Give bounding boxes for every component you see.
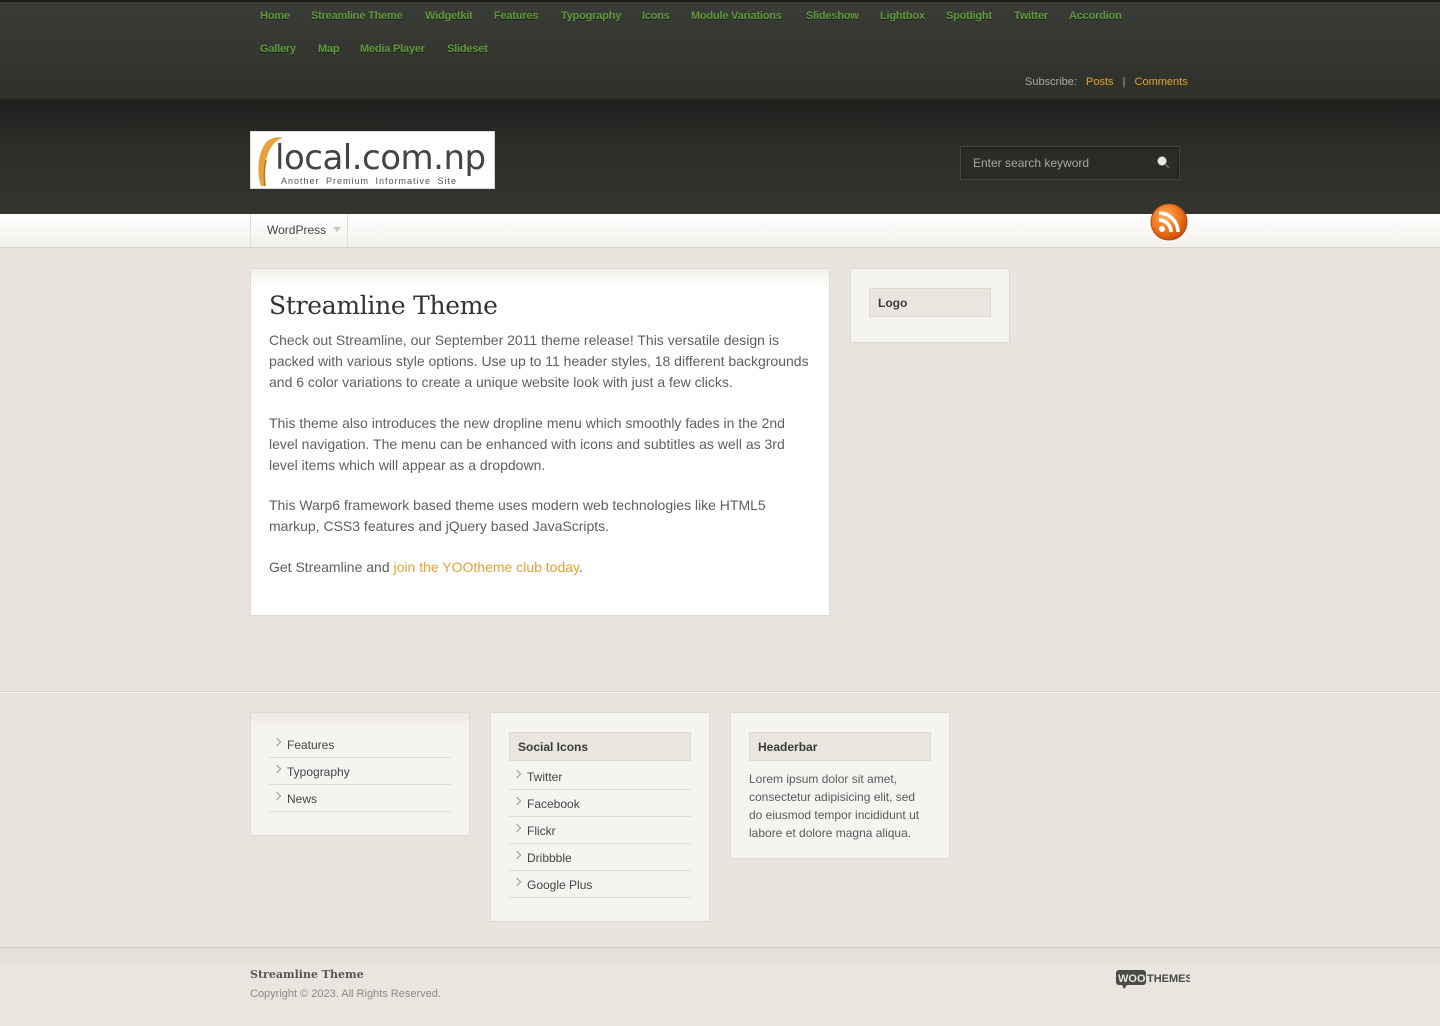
topnav-spotlight[interactable]: Spotlight bbox=[946, 10, 992, 22]
subscribe-comments-link[interactable]: Comments bbox=[1135, 76, 1188, 88]
article-paragraph-2: This theme also introduces the new dropl… bbox=[269, 415, 785, 473]
article-paragraph-3: This Warp6 framework based theme uses mo… bbox=[269, 497, 766, 534]
chevron-right-icon bbox=[512, 823, 522, 833]
article-paragraph-4: Get Streamline and join the YOOtheme clu… bbox=[269, 557, 817, 578]
list-item-label: Flickr bbox=[527, 824, 556, 838]
chevron-right-icon bbox=[512, 850, 522, 860]
logo-tagline: Another Premium Informative Site bbox=[281, 176, 458, 186]
topnav-slideset[interactable]: Slideset bbox=[447, 43, 488, 55]
list-item-label: Facebook bbox=[527, 797, 580, 811]
topnav-lightbox[interactable]: Lightbox bbox=[880, 10, 925, 22]
chevron-right-icon bbox=[512, 796, 522, 806]
topnav-map[interactable]: Map bbox=[318, 43, 340, 55]
svg-text:WOO: WOO bbox=[1118, 973, 1146, 985]
chevron-down-icon bbox=[333, 227, 341, 232]
footer-links-module: Features Typography News bbox=[250, 712, 470, 836]
subscribe-label: Subscribe: bbox=[1025, 76, 1077, 88]
topnav-streamline-theme[interactable]: Streamline Theme bbox=[311, 10, 403, 22]
footer-link-typography[interactable]: Typography bbox=[269, 758, 451, 785]
topnav-typography[interactable]: Typography bbox=[561, 10, 621, 22]
footer-copyright: Copyright © 2023. All Rights Reserved. bbox=[250, 988, 441, 1000]
subscribe-bar: Subscribe: Posts | Comments bbox=[1025, 76, 1188, 88]
topnav-gallery[interactable]: Gallery bbox=[260, 43, 296, 55]
footer-link-news[interactable]: News bbox=[269, 785, 451, 812]
woothemes-logo[interactable]: WOO THEMES bbox=[1116, 969, 1190, 989]
chevron-right-icon bbox=[272, 791, 282, 801]
article: Streamline Theme Check out Streamline, o… bbox=[250, 268, 830, 616]
headerbar-module: Headerbar Lorem ipsum dolor sit amet, co… bbox=[730, 712, 950, 859]
site-logo[interactable]: local.com.np Another Premium Informative… bbox=[250, 131, 495, 189]
top-bar: Home Streamline Theme Widgetkit Features… bbox=[0, 0, 1440, 100]
list-item-label: Features bbox=[287, 738, 335, 752]
rss-icon[interactable] bbox=[1150, 203, 1188, 241]
topnav-widgetkit[interactable]: Widgetkit bbox=[425, 10, 473, 22]
article-title: Streamline Theme bbox=[269, 291, 498, 320]
subscribe-posts-link[interactable]: Posts bbox=[1086, 76, 1114, 88]
chevron-right-icon bbox=[512, 877, 522, 887]
header: local.com.np Another Premium Informative… bbox=[0, 100, 1440, 214]
footer-link-features[interactable]: Features bbox=[269, 731, 451, 758]
search-icon[interactable] bbox=[1155, 154, 1173, 172]
social-icons-module: Social Icons Twitter Facebook Flickr Dri… bbox=[490, 712, 710, 922]
article-paragraph-1: Check out Streamline, our September 2011… bbox=[269, 332, 809, 390]
topnav-accordion[interactable]: Accordion bbox=[1069, 10, 1122, 22]
topnav-home[interactable]: Home bbox=[260, 10, 290, 22]
list-item-label: Dribbble bbox=[527, 851, 572, 865]
social-link-facebook[interactable]: Facebook bbox=[509, 790, 691, 817]
search-input[interactable] bbox=[973, 155, 1143, 171]
social-link-dribbble[interactable]: Dribbble bbox=[509, 844, 691, 871]
social-icons-title: Social Icons bbox=[509, 732, 691, 761]
yootheme-club-link[interactable]: join the YOOtheme club today bbox=[394, 559, 579, 575]
menu-item-label: WordPress bbox=[267, 223, 327, 237]
search-box bbox=[960, 146, 1180, 180]
sidebar-logo-module: Logo bbox=[850, 268, 1010, 343]
divider bbox=[0, 692, 1440, 693]
site-footer: Streamline Theme Copyright © 2023. All R… bbox=[0, 947, 1440, 1026]
footer-badge-text: THEMES bbox=[1147, 973, 1190, 985]
social-link-flickr[interactable]: Flickr bbox=[509, 817, 691, 844]
headerbar-text: Lorem ipsum dolor sit amet, consectetur … bbox=[749, 772, 920, 840]
headerbar-title: Headerbar bbox=[749, 732, 931, 761]
topnav-module-variations[interactable]: Module Variations bbox=[691, 10, 782, 22]
list-item-label: News bbox=[287, 792, 318, 806]
sidebar-module-title: Logo bbox=[869, 288, 991, 317]
list-item-label: Google Plus bbox=[527, 878, 593, 892]
footer-site-name: Streamline Theme bbox=[250, 968, 364, 981]
chevron-right-icon bbox=[272, 737, 282, 747]
logo-brand-text: local.com.np bbox=[275, 138, 486, 178]
topnav-features[interactable]: Features bbox=[494, 10, 538, 22]
topnav-media-player[interactable]: Media Player bbox=[360, 43, 425, 55]
menu-item-wordpress[interactable]: WordPress bbox=[250, 214, 348, 247]
topnav-icons[interactable]: Icons bbox=[642, 10, 670, 22]
chevron-right-icon bbox=[272, 764, 282, 774]
list-item-label: Twitter bbox=[527, 770, 563, 784]
social-link-twitter[interactable]: Twitter bbox=[509, 763, 691, 790]
topnav-slideshow[interactable]: Slideshow bbox=[806, 10, 859, 22]
topnav-twitter[interactable]: Twitter bbox=[1014, 10, 1048, 22]
subscribe-separator: | bbox=[1122, 76, 1126, 88]
article-p4-prefix: Get Streamline and bbox=[269, 559, 394, 575]
list-item-label: Typography bbox=[287, 765, 350, 779]
main-menu-bar: WordPress bbox=[0, 214, 1440, 248]
chevron-right-icon bbox=[512, 769, 522, 779]
article-p4-suffix: . bbox=[579, 559, 583, 575]
social-link-google-plus[interactable]: Google Plus bbox=[509, 871, 691, 898]
